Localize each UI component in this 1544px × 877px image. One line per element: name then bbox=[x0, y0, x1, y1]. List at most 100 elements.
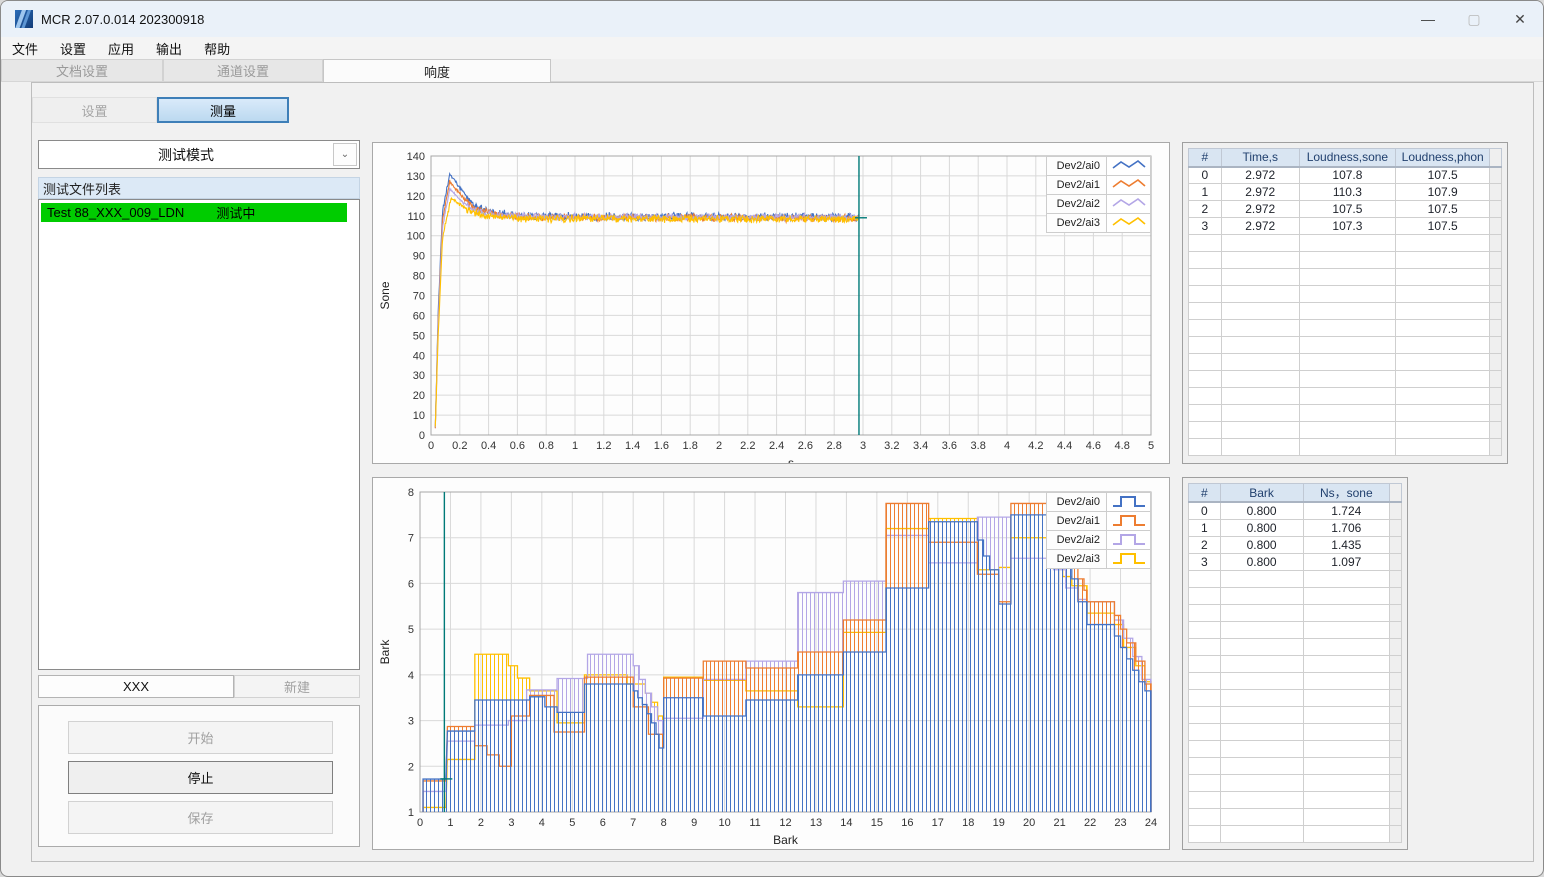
column-header: Ns，sone bbox=[1302, 483, 1391, 503]
bark-spectrum-chart[interactable]: 0 1 2 3 4 5 6 7 8 9 10 11 12 13 14 15 16 17 18 19 20 21 22 23 24… bbox=[372, 477, 1170, 850]
table-row-empty[interactable] bbox=[1188, 705, 1402, 724]
table-row-empty[interactable] bbox=[1188, 438, 1502, 456]
list-item[interactable]: Test 88_XXX_009_LDN 测试中 bbox=[41, 203, 347, 222]
x-tick-label: 1.4 bbox=[625, 440, 640, 452]
table-row-empty[interactable] bbox=[1188, 603, 1402, 622]
table-row-empty[interactable] bbox=[1188, 688, 1402, 707]
table-row-empty[interactable] bbox=[1188, 251, 1502, 269]
table-row-empty[interactable] bbox=[1188, 824, 1402, 843]
y-tick-label: 50 bbox=[413, 330, 425, 342]
loudness-time-chart[interactable]: 0 0.2 0.4 0.6 0.8 1 1.2 1.4 1.6 1.8 2 2.2 2.4 2.6 2.8 3… bbox=[372, 142, 1170, 464]
table-row-empty[interactable] bbox=[1188, 569, 1402, 588]
table-row-empty[interactable] bbox=[1188, 637, 1402, 656]
x-tick-label: 22 bbox=[1084, 817, 1096, 829]
y-tick-label: 100 bbox=[407, 231, 425, 243]
close-button[interactable]: ✕ bbox=[1497, 1, 1543, 37]
maximize-button[interactable]: ▢ bbox=[1451, 1, 1497, 37]
new-button[interactable]: 新建 bbox=[234, 675, 360, 698]
x-tick-label: 15 bbox=[871, 817, 883, 829]
legend-row[interactable]: Dev2/ai0 bbox=[1045, 156, 1151, 176]
loudness-table-container: # Time,s Loudness,sone Loudness,phon 0 2.972 1… bbox=[1182, 142, 1508, 464]
minimize-button[interactable]: — bbox=[1405, 1, 1451, 37]
table-cell: 2.972 bbox=[1220, 183, 1300, 201]
table-row-empty[interactable] bbox=[1188, 756, 1402, 775]
table-row-empty[interactable] bbox=[1188, 671, 1402, 690]
table-row-empty[interactable] bbox=[1188, 285, 1502, 303]
table-row-empty[interactable] bbox=[1188, 620, 1402, 639]
tab-loudness[interactable]: 响度 bbox=[323, 59, 551, 82]
table-row-empty[interactable] bbox=[1188, 336, 1502, 354]
table-row-empty[interactable] bbox=[1188, 268, 1502, 286]
table-row-empty[interactable] bbox=[1188, 722, 1402, 741]
table-cell: 2.972 bbox=[1220, 217, 1300, 235]
x-tick-label: 18 bbox=[962, 817, 974, 829]
table-row[interactable]: 3 0.800 1.097 bbox=[1188, 552, 1402, 571]
table-row-empty[interactable] bbox=[1188, 421, 1502, 439]
y-tick-label: 60 bbox=[413, 310, 425, 322]
x-tick-label: 4.2 bbox=[1028, 440, 1043, 452]
table-row-empty[interactable] bbox=[1188, 807, 1402, 826]
legend-row[interactable]: Dev2/ai1 bbox=[1045, 511, 1151, 531]
table-row[interactable]: 2 0.800 1.435 bbox=[1188, 535, 1402, 554]
legend-row[interactable]: Dev2/ai0 bbox=[1045, 492, 1151, 512]
table-row-empty[interactable] bbox=[1188, 302, 1502, 320]
subtab-measure-button[interactable]: 测量 bbox=[157, 97, 289, 123]
table-row[interactable]: 0 2.972 107.8 107.5 bbox=[1188, 166, 1502, 184]
legend-row[interactable]: Dev2/ai3 bbox=[1045, 213, 1151, 233]
table-row-empty[interactable] bbox=[1188, 773, 1402, 792]
table-row-empty[interactable] bbox=[1188, 404, 1502, 422]
menu-apply[interactable]: 应用 bbox=[97, 37, 145, 59]
bark-table[interactable]: # Bark Ns，sone 0 0.800 1.724 1 0.800 1.706 2 0.800… bbox=[1188, 483, 1402, 843]
table-cell: 0.800 bbox=[1219, 501, 1304, 520]
menu-settings[interactable]: 设置 bbox=[49, 37, 97, 59]
column-header: # bbox=[1188, 483, 1221, 503]
table-cell: 2.972 bbox=[1220, 200, 1300, 218]
legend-swatch-icon bbox=[1106, 511, 1151, 531]
y-tick-label: 20 bbox=[413, 390, 425, 402]
start-button[interactable]: 开始 bbox=[68, 721, 333, 754]
x-tick-label: 2 bbox=[716, 440, 722, 452]
menu-help[interactable]: 帮助 bbox=[193, 37, 241, 59]
table-cell: 0 bbox=[1188, 501, 1221, 520]
table-row-empty[interactable] bbox=[1188, 586, 1402, 605]
test-mode-select[interactable]: 测试模式 ⌄ bbox=[38, 140, 360, 169]
table-row-empty[interactable] bbox=[1188, 739, 1402, 758]
legend-row[interactable]: Dev2/ai2 bbox=[1045, 194, 1151, 214]
menu-output[interactable]: 输出 bbox=[145, 37, 193, 59]
legend-row[interactable]: Dev2/ai1 bbox=[1045, 175, 1151, 195]
chevron-down-icon[interactable]: ⌄ bbox=[333, 143, 357, 166]
table-row[interactable]: 2 2.972 107.5 107.5 bbox=[1188, 200, 1502, 218]
test-file-list[interactable]: Test 88_XXX_009_LDN 测试中 bbox=[38, 199, 360, 670]
table-row-empty[interactable] bbox=[1188, 353, 1502, 371]
y-tick-label: 120 bbox=[407, 191, 425, 203]
table-row-empty[interactable] bbox=[1188, 654, 1402, 673]
y-tick-label: 5 bbox=[408, 624, 414, 636]
series-line-dev2-ai3 bbox=[434, 196, 860, 427]
table-row[interactable]: 1 0.800 1.706 bbox=[1188, 518, 1402, 537]
tab-document-settings[interactable]: 文档设置 bbox=[1, 59, 163, 81]
legend-swatch-icon bbox=[1106, 530, 1151, 550]
table-row[interactable]: 0 0.800 1.724 bbox=[1188, 501, 1402, 520]
table-row[interactable]: 3 2.972 107.3 107.5 bbox=[1188, 217, 1502, 235]
tab-channel-settings[interactable]: 通道设置 bbox=[163, 59, 323, 81]
table-row[interactable]: 1 2.972 110.3 107.9 bbox=[1188, 183, 1502, 201]
xxx-button[interactable]: XXX bbox=[38, 675, 234, 698]
subtab-settings-button[interactable]: 设置 bbox=[32, 97, 157, 123]
table-cell: 107.3 bbox=[1298, 217, 1396, 235]
stop-button[interactable]: 停止 bbox=[68, 761, 333, 794]
menu-file[interactable]: 文件 bbox=[1, 37, 49, 59]
table-row-empty[interactable] bbox=[1188, 790, 1402, 809]
x-tick-label: 3.8 bbox=[971, 440, 986, 452]
legend-row[interactable]: Dev2/ai2 bbox=[1045, 530, 1151, 550]
x-tick-label: 4 bbox=[539, 817, 545, 829]
save-button[interactable]: 保存 bbox=[68, 801, 333, 834]
table-cell: 1.435 bbox=[1302, 535, 1391, 554]
y-axis-label: Sone bbox=[378, 281, 392, 309]
x-tick-label: 8 bbox=[661, 817, 667, 829]
table-row-empty[interactable] bbox=[1188, 234, 1502, 252]
table-row-empty[interactable] bbox=[1188, 387, 1502, 405]
legend-row[interactable]: Dev2/ai3 bbox=[1045, 549, 1151, 569]
loudness-table[interactable]: # Time,s Loudness,sone Loudness,phon 0 2.972 1… bbox=[1188, 148, 1502, 456]
table-row-empty[interactable] bbox=[1188, 319, 1502, 337]
table-row-empty[interactable] bbox=[1188, 370, 1502, 388]
